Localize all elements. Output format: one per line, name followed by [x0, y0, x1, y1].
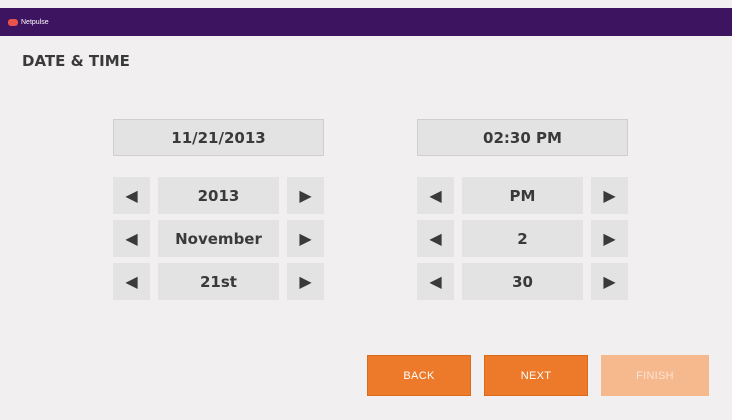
finish-button[interactable]: FINISH [601, 355, 709, 396]
month-value: November [158, 220, 279, 257]
time-display: 02:30 PM [417, 119, 628, 156]
back-button[interactable]: BACK [367, 355, 471, 396]
month-decrement-button[interactable]: ◀ [113, 220, 150, 257]
day-increment-button[interactable]: ▶ [287, 263, 324, 300]
year-decrement-button[interactable]: ◀ [113, 177, 150, 214]
date-display: 11/21/2013 [113, 119, 324, 156]
next-button[interactable]: NEXT [484, 355, 588, 396]
year-value: 2013 [158, 177, 279, 214]
hour-decrement-button[interactable]: ◀ [417, 220, 454, 257]
year-increment-button[interactable]: ▶ [287, 177, 324, 214]
netpulse-logo: Netpulse [8, 18, 49, 26]
ampm-value: PM [462, 177, 583, 214]
logo-mark-icon [8, 18, 18, 26]
minute-increment-button[interactable]: ▶ [591, 263, 628, 300]
hour-increment-button[interactable]: ▶ [591, 220, 628, 257]
day-decrement-button[interactable]: ◀ [113, 263, 150, 300]
hour-value: 2 [462, 220, 583, 257]
minute-value: 30 [462, 263, 583, 300]
page-title: DATE & TIME [22, 52, 130, 70]
ampm-decrement-button[interactable]: ◀ [417, 177, 454, 214]
month-increment-button[interactable]: ▶ [287, 220, 324, 257]
minute-decrement-button[interactable]: ◀ [417, 263, 454, 300]
logo-text: Netpulse [21, 18, 49, 26]
screen: Netpulse DATE & TIME 11/21/2013 ◀ 2013 ▶… [0, 0, 732, 420]
day-value: 21st [158, 263, 279, 300]
top-bar: Netpulse [0, 8, 732, 36]
ampm-increment-button[interactable]: ▶ [591, 177, 628, 214]
